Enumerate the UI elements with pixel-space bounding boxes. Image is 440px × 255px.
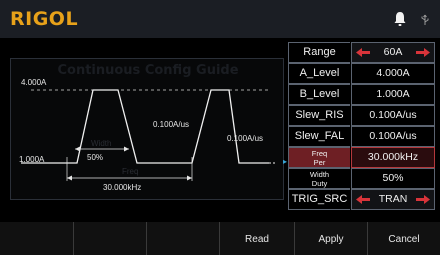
param-name-toggle[interactable]: Freq Per (288, 147, 350, 168)
param-row-slew-ris[interactable]: Slew_RIS 0.100A/us (288, 105, 438, 126)
slew-rise-label: 0.100A/us (153, 120, 190, 129)
param-name-bottom: Duty (311, 179, 328, 188)
a-level-label: 4.000A (21, 78, 47, 87)
param-name-top: Width (309, 170, 330, 179)
param-value[interactable]: 30.000kHz (351, 147, 435, 168)
param-value[interactable]: 50% (351, 168, 435, 189)
param-value[interactable]: 60A (351, 42, 435, 63)
rigol-logo: RIGOL (10, 8, 79, 30)
waveform-diagram (21, 89, 275, 181)
param-name-bottom: Per (313, 158, 326, 167)
param-row-b-level[interactable]: B_Level 1.000A (288, 84, 438, 105)
param-row-slew-fal[interactable]: Slew_FAL 0.100A/us (288, 126, 438, 147)
param-row-freq-per[interactable]: Freq Per 30.000kHz (288, 147, 438, 168)
param-row-a-level[interactable]: A_Level 4.000A (288, 63, 438, 84)
softkey-3[interactable] (146, 222, 219, 255)
arrow-right-icon (416, 48, 430, 57)
param-name: A_Level (288, 63, 350, 84)
read-button[interactable]: Read (219, 222, 294, 255)
width-faint-label: Width (91, 139, 112, 148)
apply-button[interactable]: Apply (294, 222, 367, 255)
param-name: Slew_RIS (288, 105, 350, 126)
param-row-width-duty[interactable]: Width Duty 50% (288, 168, 438, 189)
param-value[interactable]: 0.100A/us (351, 126, 435, 147)
arrow-left-icon (356, 195, 370, 204)
param-name-toggle[interactable]: Width Duty (288, 168, 350, 189)
frequency-label: 30.000kHz (103, 183, 142, 192)
freq-faint-label: Freq (122, 167, 139, 176)
usb-icon (421, 14, 429, 25)
softkey-bar: Read Apply Cancel (0, 222, 440, 255)
arrow-right-icon (416, 195, 430, 204)
param-name: B_Level (288, 84, 350, 105)
param-row-range[interactable]: Range 60A (288, 42, 438, 63)
param-name: Slew_FAL (288, 126, 350, 147)
continuous-config-guide: Continuous Config Guide 4.000A 1.000A 50… (10, 58, 284, 200)
param-name: TRIG_SRC (288, 189, 350, 210)
selection-marker-icon: ▸ (283, 157, 288, 166)
b-level-label: 1.000A (19, 155, 45, 164)
duty-label: 50% (87, 153, 104, 162)
param-value[interactable]: 1.000A (351, 84, 435, 105)
slew-fall-label: 0.100A/us (227, 134, 264, 143)
param-name: Range (288, 42, 350, 63)
arrow-left-icon (356, 48, 370, 57)
param-value[interactable]: 4.000A (351, 63, 435, 84)
top-bar: RIGOL (0, 0, 440, 38)
param-row-trig-src[interactable]: TRIG_SRC TRAN (288, 189, 438, 210)
parameter-panel: Range 60A A_Level 4.000A B_Level 1.000A … (288, 42, 438, 213)
param-value[interactable]: TRAN (351, 189, 435, 210)
bell-icon (394, 12, 406, 26)
param-name-top: Freq (311, 149, 328, 158)
softkey-2[interactable] (73, 222, 146, 255)
cancel-button[interactable]: Cancel (367, 222, 440, 255)
softkey-1[interactable] (0, 222, 73, 255)
param-value[interactable]: 0.100A/us (351, 105, 435, 126)
